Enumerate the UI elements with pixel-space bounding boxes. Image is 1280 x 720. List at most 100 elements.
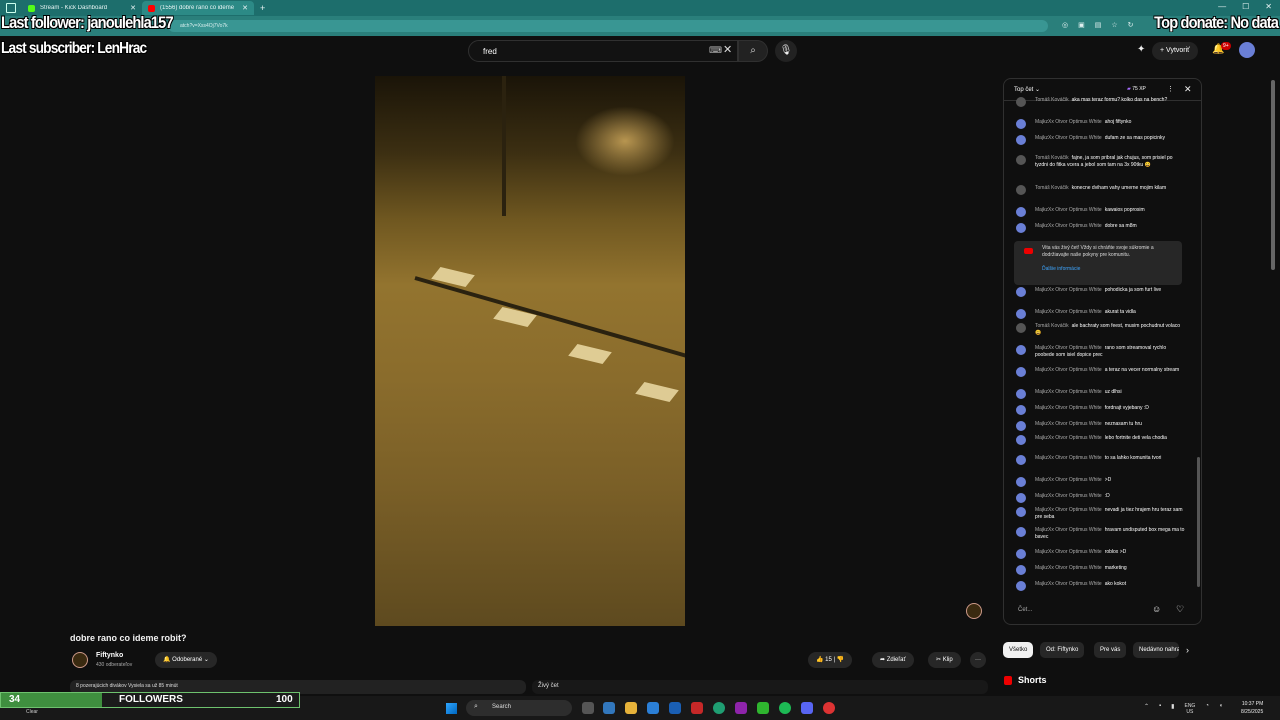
chat-message[interactable]: Tomáš Kováčik ale bachraty som feest, mus…	[1014, 323, 1186, 337]
refresh-icon[interactable]: ↻	[1128, 21, 1134, 29]
clear-search-icon[interactable]: ✕	[723, 43, 732, 56]
chat-message[interactable]: MajkzXx Otvor Optimus White dobre sa m8m	[1014, 223, 1186, 233]
chat-user-avatar[interactable]	[1016, 435, 1026, 445]
chat-message[interactable]: MajkzXx Otvor Optimus White pohodicka ja …	[1014, 287, 1186, 297]
chat-user-avatar[interactable]	[1016, 455, 1026, 465]
wifi-icon[interactable]: ◔	[1205, 703, 1209, 715]
chat-message[interactable]: MajkzXx Otvor Optimus White kawaios popro…	[1014, 207, 1186, 217]
chat-author[interactable]: MajkzXx Otvor Optimus White	[1035, 119, 1102, 125]
chat-message[interactable]: MajkzXx Otvor Optimus White ako kokot	[1014, 581, 1186, 591]
minimize-icon[interactable]: —	[1218, 2, 1226, 11]
chat-message[interactable]: MajkzXx Otvor Optimus White dufam ze sa m…	[1014, 135, 1186, 145]
chat-user-avatar[interactable]	[1016, 119, 1026, 129]
chat-message[interactable]: MajkzXx Otvor Optimus White uz dlhsi	[1014, 389, 1186, 399]
chat-user-avatar[interactable]	[1016, 389, 1026, 399]
chat-user-avatar[interactable]	[1016, 405, 1026, 415]
subscribed-button[interactable]: 🔔 Odoberané ⌄	[155, 652, 217, 668]
close-window-icon[interactable]: ✕	[1265, 2, 1272, 11]
chat-author[interactable]: MajkzXx Otvor Optimus White	[1035, 435, 1102, 441]
chat-message[interactable]: MajkzXx Otvor Optimus White fordnajt vyje…	[1014, 405, 1186, 415]
chat-user-avatar[interactable]	[1016, 323, 1026, 333]
outlook-icon[interactable]	[669, 702, 681, 714]
chat-user-avatar[interactable]	[1016, 507, 1026, 517]
channel-watermark-icon[interactable]	[966, 603, 982, 619]
chat-message[interactable]: MajkzXx Otvor Optimus White:D	[1014, 493, 1186, 503]
account-avatar[interactable]	[1239, 42, 1255, 58]
close-chat-icon[interactable]: ✕	[1184, 84, 1192, 95]
chip-for-you[interactable]: Pre vás	[1094, 642, 1127, 658]
chips-next-icon[interactable]: ›	[1186, 645, 1189, 655]
chat-user-avatar[interactable]	[1016, 367, 1026, 377]
chat-user-avatar[interactable]	[1016, 565, 1026, 575]
search-button[interactable]: ⌕	[738, 40, 768, 62]
chat-author[interactable]: MajkzXx Otvor Optimus White	[1035, 345, 1102, 351]
chat-user-avatar[interactable]	[1016, 207, 1026, 217]
chat-user-avatar[interactable]	[1016, 223, 1026, 233]
chat-menu-icon[interactable]: ⋮	[1167, 85, 1174, 93]
chat-author[interactable]: MajkzXx Otvor Optimus White	[1035, 493, 1102, 499]
clip-button[interactable]: ✂ Klip	[928, 652, 961, 668]
edge-icon[interactable]	[603, 702, 615, 714]
chat-author[interactable]: Tomáš Kováčik	[1035, 323, 1069, 329]
chip-recently-uploaded[interactable]: Nedávno nahrané	[1133, 642, 1179, 658]
chat-message[interactable]: MajkzXx Otvor Optimus White rano som stre…	[1014, 345, 1186, 359]
windows-start-icon[interactable]	[446, 703, 457, 714]
extension-icon[interactable]: ◎	[1062, 21, 1068, 29]
close-tab-icon[interactable]: ✕	[242, 4, 248, 12]
spotify-icon[interactable]	[779, 702, 791, 714]
download-icon[interactable]: ▣	[1078, 21, 1085, 29]
file-explorer-icon[interactable]	[625, 702, 637, 714]
maximize-icon[interactable]: ☐	[1242, 2, 1249, 11]
chat-author[interactable]: MajkzXx Otvor Optimus White	[1035, 287, 1102, 293]
store-icon[interactable]	[647, 702, 659, 714]
kick-app-icon[interactable]	[757, 702, 769, 714]
chip-all[interactable]: Všetko	[1003, 642, 1034, 658]
chat-author[interactable]: MajkzXx Otvor Optimus White	[1035, 527, 1102, 533]
tray-mic-icon[interactable]: ▮	[1171, 703, 1174, 715]
chat-author[interactable]: MajkzXx Otvor Optimus White	[1035, 405, 1102, 411]
more-actions-button[interactable]: ···	[970, 652, 986, 668]
bookmark-star-icon[interactable]: ☆	[1111, 21, 1117, 29]
taskbar-search[interactable]: ⌕ Search	[466, 700, 572, 716]
chat-author[interactable]: Tomáš Kováčik	[1035, 155, 1069, 161]
chat-author[interactable]: MajkzXx Otvor Optimus White	[1035, 455, 1102, 461]
chat-author[interactable]: MajkzXx Otvor Optimus White	[1035, 507, 1102, 513]
chat-message[interactable]: MajkzXx Otvor Optimus White to sa lahko k…	[1014, 455, 1186, 465]
chevron-up-icon[interactable]: ⌃	[1144, 703, 1149, 715]
chat-message[interactable]: MajkzXx Otvor Optimus White nevadi ja tie…	[1014, 507, 1186, 521]
chat-author[interactable]: MajkzXx Otvor Optimus White	[1035, 135, 1102, 141]
chat-author[interactable]: MajkzXx Otvor Optimus White	[1035, 549, 1102, 555]
chat-user-avatar[interactable]	[1016, 287, 1026, 297]
url-field[interactable]: atch?v=Xss4Oj7Vo7k	[168, 20, 1048, 32]
chat-scrollbar[interactable]	[1197, 457, 1200, 587]
chat-message[interactable]: Tomáš Kováčik fajne, ja som pribral jak c…	[1014, 155, 1186, 169]
tray-app-icon[interactable]: ▪	[1159, 703, 1161, 715]
task-view-icon[interactable]	[582, 702, 594, 714]
chat-message[interactable]: MajkzXx Otvor Optimus White >D	[1014, 477, 1186, 487]
voice-search-button[interactable]: 🎙	[775, 40, 797, 62]
xp-badge[interactable]: ▰ 75 XP	[1127, 86, 1146, 92]
channel-avatar[interactable]	[72, 652, 88, 668]
channel-name[interactable]: Fiftynko	[96, 652, 123, 659]
heart-icon[interactable]: ♡	[1176, 604, 1184, 615]
chat-message[interactable]: MajkzXx Otvor Optimus White hravam undisp…	[1014, 527, 1186, 541]
chat-mode-dropdown[interactable]: Top čet ⌄	[1014, 86, 1040, 93]
chat-message[interactable]: MajkzXx Otvor Optimus White akurat ta vid…	[1014, 309, 1186, 319]
language-indicator[interactable]: ENG US	[1184, 703, 1195, 715]
chat-user-avatar[interactable]	[1016, 581, 1026, 591]
chat-message[interactable]: Tomáš Kováčik konecne dviham vahy umerne …	[1014, 185, 1186, 195]
chat-author[interactable]: MajkzXx Otvor Optimus White	[1035, 367, 1102, 373]
chat-user-avatar[interactable]	[1016, 97, 1026, 107]
window-menu-icon[interactable]	[6, 3, 16, 13]
chat-message[interactable]: MajkzXx Otvor Optimus White roblox >D	[1014, 549, 1186, 559]
chat-author[interactable]: MajkzXx Otvor Optimus White	[1035, 309, 1102, 315]
page-scrollbar[interactable]	[1271, 80, 1275, 270]
translate-icon[interactable]: ▤	[1095, 21, 1102, 29]
chat-message[interactable]: MajkzXx Otvor Optimus White ahoj fiftynko	[1014, 119, 1186, 129]
keyboard-icon[interactable]: ⌨	[709, 45, 722, 56]
chat-user-avatar[interactable]	[1016, 493, 1026, 503]
chat-author[interactable]: MajkzXx Otvor Optimus White	[1035, 565, 1102, 571]
volume-icon[interactable]: ◖	[1219, 703, 1223, 715]
new-tab-icon[interactable]: +	[260, 3, 265, 13]
youtube-app-icon[interactable]	[691, 702, 703, 714]
